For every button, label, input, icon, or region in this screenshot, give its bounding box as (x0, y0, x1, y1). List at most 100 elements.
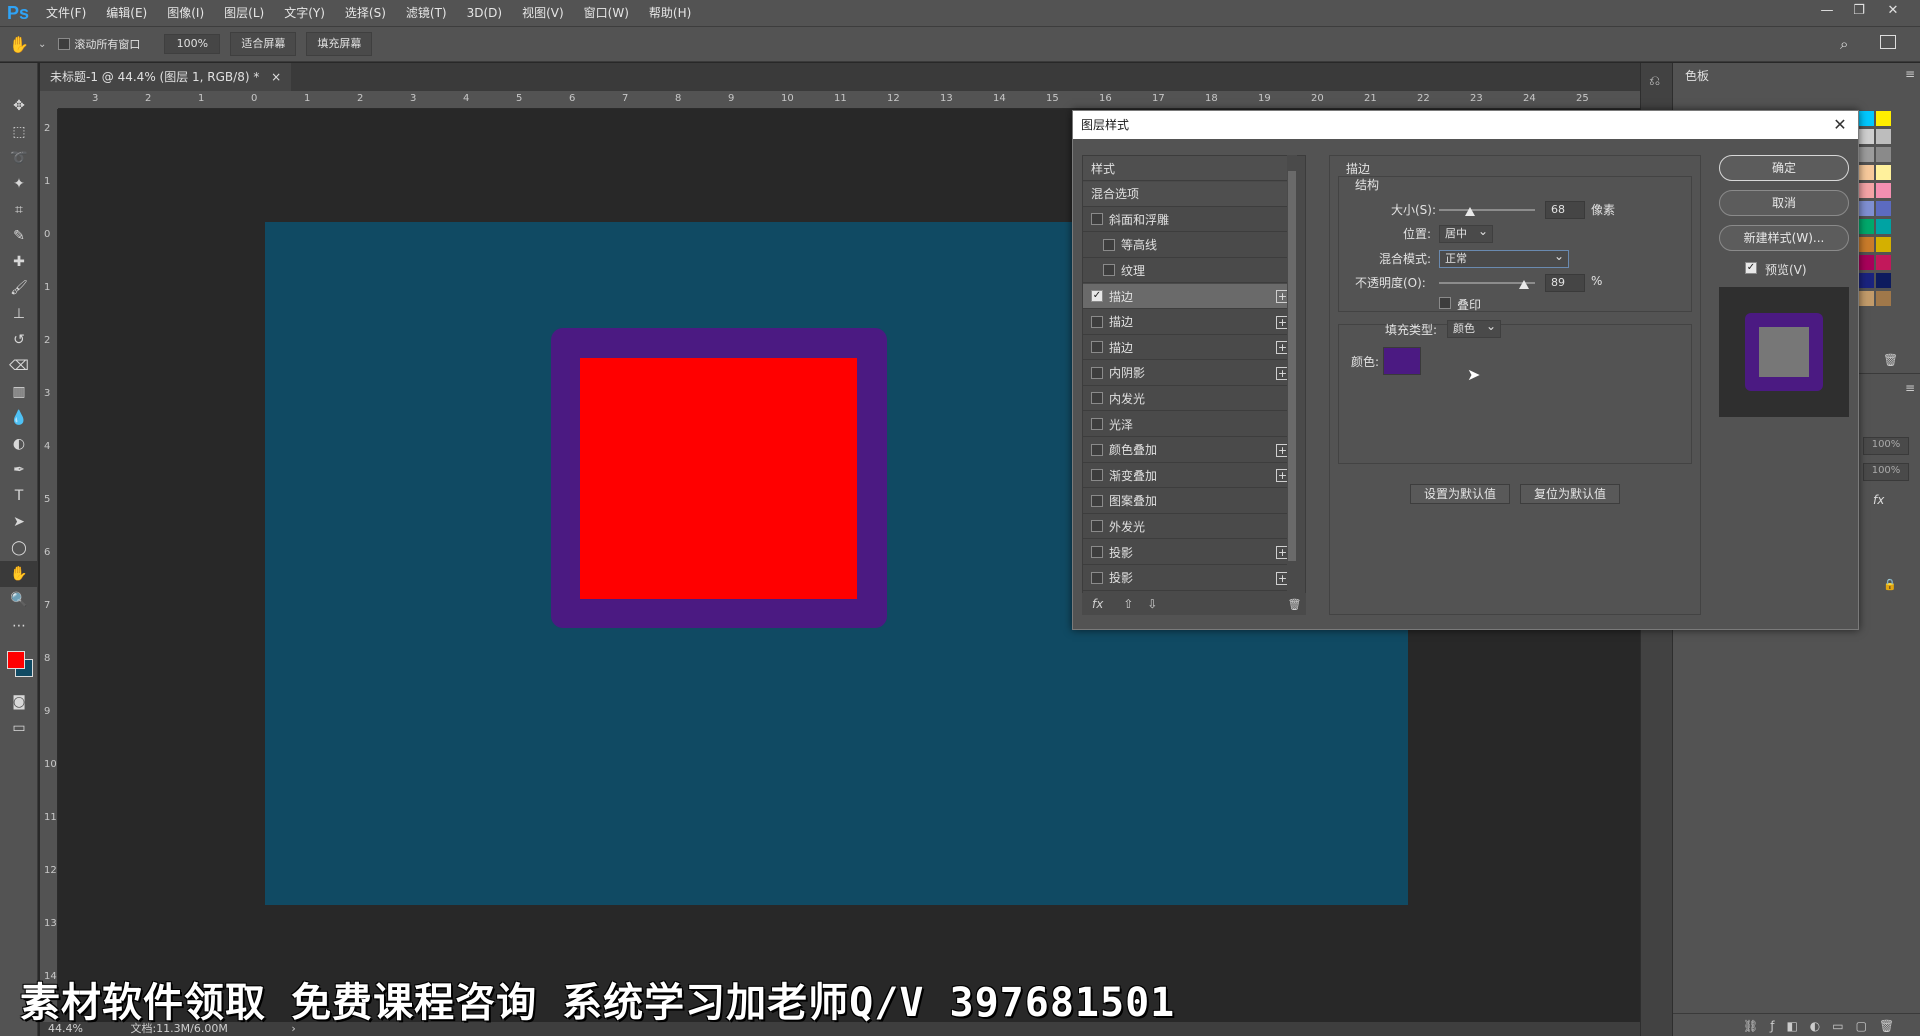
screen-mode-icon[interactable]: ▭ (0, 715, 38, 741)
move-down-icon[interactable]: ⇩ (1147, 597, 1157, 611)
pen-tool-icon[interactable]: ✒ (0, 457, 38, 483)
move-up-icon[interactable]: ⇧ (1123, 597, 1133, 611)
swatch[interactable] (1859, 129, 1874, 144)
menu-file[interactable]: 文件(F) (36, 0, 96, 26)
style-item[interactable]: 颜色叠加 + (1083, 438, 1295, 463)
style-item[interactable]: 投影 + (1083, 566, 1295, 591)
menu-view[interactable]: 视图(V) (512, 0, 574, 26)
style-item[interactable]: 内发光 (1083, 386, 1295, 412)
fill-type-select[interactable]: 颜色 (1447, 318, 1501, 338)
lock-icon[interactable]: 🔒 (1883, 578, 1897, 591)
more-tools-icon[interactable]: ⋯ (0, 613, 38, 639)
tab-swatches[interactable]: 色板 (1685, 67, 1709, 84)
menu-3d[interactable]: 3D(D) (457, 0, 512, 26)
document-tab[interactable]: 未标题-1 @ 44.4% (图层 1, RGB/8) * × (40, 63, 292, 91)
style-item[interactable]: 内阴影 + (1083, 361, 1295, 386)
menu-edit[interactable]: 编辑(E) (96, 0, 157, 26)
swatch[interactable] (1859, 183, 1874, 198)
swatch[interactable] (1876, 147, 1891, 162)
blur-tool-icon[interactable]: 💧 (0, 405, 38, 431)
swatch[interactable] (1876, 129, 1891, 144)
style-item-checkbox[interactable] (1091, 494, 1103, 507)
style-item-checkbox[interactable] (1091, 469, 1103, 482)
delete-effect-icon[interactable]: 🗑 (1287, 598, 1301, 611)
dodge-tool-icon[interactable]: ◐ (0, 431, 38, 457)
quick-mask-icon[interactable]: ◙ (0, 689, 38, 715)
swatch[interactable] (1859, 165, 1874, 180)
zoom-tool-icon[interactable]: 🔍 (0, 587, 38, 613)
layers-footer-icons[interactable]: ⛓ƒ◧◐▭▢🗑 (1743, 1019, 1906, 1033)
layer-fill-field[interactable]: 100% (1863, 463, 1909, 481)
swatch[interactable] (1859, 147, 1874, 162)
preview-checkbox[interactable] (1745, 262, 1757, 274)
swatch[interactable] (1859, 291, 1874, 306)
lasso-tool-icon[interactable]: ➰ (0, 145, 38, 171)
hand-tool-icon[interactable]: ✋ (0, 561, 38, 587)
swatch[interactable] (1876, 237, 1891, 252)
style-list-scrollbar[interactable] (1287, 155, 1297, 615)
blend-mode-select[interactable]: 正常 (1439, 248, 1569, 268)
size-slider-thumb[interactable] (1465, 207, 1475, 216)
style-item-checkbox[interactable] (1103, 264, 1115, 277)
scroll-all-checkbox[interactable] (58, 38, 71, 50)
move-tool-icon[interactable]: ✥ (0, 93, 38, 119)
marquee-tool-icon[interactable]: ⬚ (0, 119, 38, 145)
tool-preset-chevron-icon[interactable]: ⌄ (38, 39, 46, 50)
style-item[interactable]: 样式 (1083, 156, 1295, 181)
style-item[interactable]: 光泽 (1083, 412, 1295, 437)
swatch[interactable] (1859, 237, 1874, 252)
style-item[interactable]: 描边+ (1083, 335, 1295, 361)
style-item-checkbox[interactable] (1091, 315, 1103, 328)
style-item[interactable]: 渐变叠加 + (1083, 463, 1295, 489)
horizontal-ruler[interactable]: 3 2 1 0 1 2 3 4 5 6 7 8 9 10 11 12 13 14 15 16 17 18 19 20 21 22 2… (58, 91, 1640, 109)
menu-image[interactable]: 图像(I) (157, 0, 214, 26)
set-default-button[interactable]: 设置为默认值 (1410, 484, 1510, 504)
cancel-button[interactable]: 取消 (1719, 190, 1849, 216)
menu-help[interactable]: 帮助(H) (639, 0, 701, 26)
swatch[interactable] (1859, 201, 1874, 216)
menu-layer[interactable]: 图层(L) (214, 0, 274, 26)
style-item-checkbox[interactable] (1091, 546, 1103, 558)
swatch[interactable] (1876, 219, 1891, 234)
style-item-checkbox[interactable] (1091, 392, 1103, 405)
hand-tool-icon[interactable]: ✋ (0, 35, 38, 54)
close-window-button[interactable]: ✕ (1880, 0, 1906, 22)
history-panel-icon[interactable]: ⎌ (1649, 73, 1660, 89)
workspace-icon[interactable] (1880, 35, 1896, 49)
style-item-checkbox[interactable] (1091, 341, 1103, 354)
style-item[interactable]: 斜面和浮雕 (1083, 207, 1295, 233)
close-tab-icon[interactable]: × (271, 70, 281, 84)
style-item-checkbox[interactable] (1091, 520, 1103, 533)
dialog-title[interactable]: 图层样式 (1073, 111, 1858, 139)
layers-menu-icon[interactable]: ≡ (1905, 381, 1915, 395)
swatch[interactable] (1876, 273, 1891, 288)
style-item-checkbox[interactable] (1103, 238, 1115, 251)
style-item-checkbox[interactable] (1091, 571, 1103, 584)
brush-tool-icon[interactable]: 🖌 (0, 275, 38, 301)
menu-filter[interactable]: 滤镜(T) (396, 0, 457, 26)
size-slider[interactable] (1439, 209, 1535, 211)
eyedropper-tool-icon[interactable]: ✎ (0, 223, 38, 249)
vertical-ruler[interactable]: 2 1 0 1 2 3 4 5 6 7 8 9 10 11 12 13 14 (40, 109, 58, 1022)
panel-menu-icon[interactable]: ≡ (1905, 67, 1915, 81)
overprint-checkbox[interactable] (1439, 297, 1451, 309)
style-item[interactable]: 描边+ (1083, 284, 1295, 309)
swatch[interactable] (1859, 219, 1874, 234)
swatch[interactable] (1876, 291, 1891, 306)
healing-brush-tool-icon[interactable]: ✚ (0, 249, 38, 275)
style-item-checkbox[interactable] (1091, 418, 1103, 430)
fit-screen-button[interactable]: 适合屏幕 (230, 32, 297, 56)
stamp-tool-icon[interactable]: ⊥ (0, 301, 38, 327)
swatch[interactable] (1859, 255, 1874, 270)
ruler-origin[interactable] (40, 91, 58, 109)
swatch[interactable] (1876, 183, 1891, 198)
reset-default-button[interactable]: 复位为默认值 (1520, 484, 1620, 504)
position-select[interactable]: 居中 (1439, 223, 1493, 243)
foreground-color-swatch[interactable] (7, 651, 25, 669)
style-item[interactable]: 图案叠加 (1083, 489, 1295, 514)
opacity-slider-thumb[interactable] (1519, 280, 1529, 289)
minimize-button[interactable]: — (1814, 0, 1840, 22)
crop-tool-icon[interactable]: ⌗ (0, 197, 38, 223)
style-item[interactable]: 投影 + (1083, 540, 1295, 565)
layer-fx-badge[interactable]: fx (1873, 493, 1884, 507)
